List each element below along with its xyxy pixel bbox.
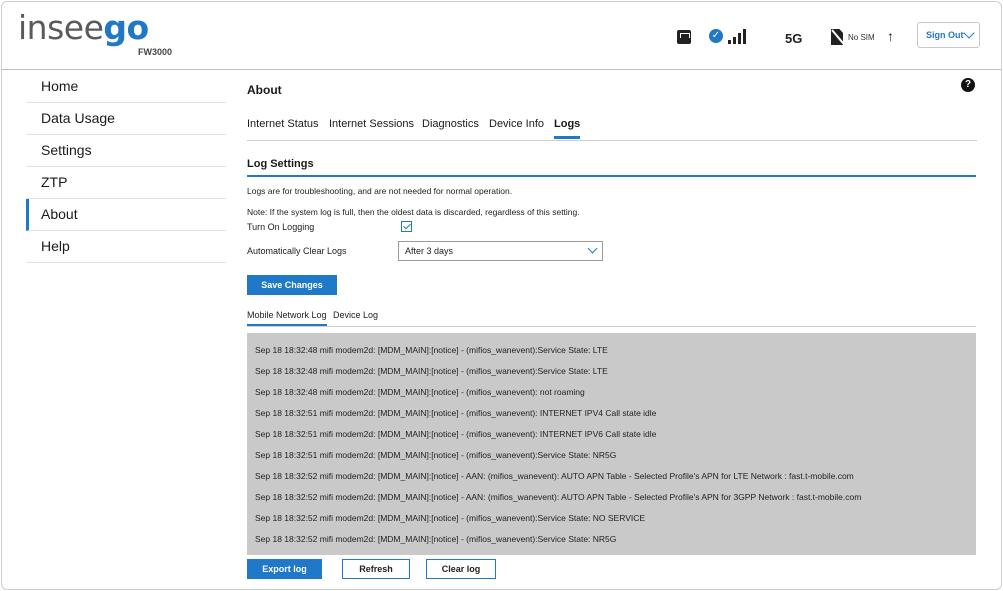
- export-log-button[interactable]: Export log: [247, 559, 322, 579]
- router-icon: [677, 30, 691, 44]
- logs-info-note: Logs are for troubleshooting, and are no…: [247, 186, 513, 196]
- tab-mobile-network-log[interactable]: Mobile Network Log: [247, 310, 327, 326]
- logs-full-note: Note: If the system log is full, then th…: [247, 207, 580, 217]
- auto-clear-label: Automatically Clear Logs: [247, 246, 347, 256]
- refresh-button[interactable]: Refresh: [342, 559, 410, 579]
- header: inseego FW3000 ✓ 5G No SIM ↑ Sign Out: [2, 2, 1001, 70]
- clear-log-button[interactable]: Clear log: [426, 559, 496, 579]
- log-type-tabs: Mobile Network Log Device Log: [247, 309, 976, 327]
- log-line: Sep 18 18:32:51 mifi modem2d: [MDM_MAIN]…: [255, 408, 657, 418]
- section-divider: [247, 175, 976, 177]
- log-line: Sep 18 18:32:52 mifi modem2d: [MDM_MAIN]…: [255, 492, 862, 502]
- tab-logs[interactable]: Logs: [554, 118, 581, 139]
- log-line: Sep 18 18:32:52 mifi modem2d: [MDM_MAIN]…: [255, 534, 617, 544]
- chevron-down-icon: [963, 27, 975, 39]
- tab-diagnostics[interactable]: Diagnostics: [422, 118, 479, 130]
- sidebar: Home Data Usage Settings ZTP About Help: [26, 71, 226, 263]
- page-title: About: [247, 83, 282, 97]
- sidebar-item-home[interactable]: Home: [26, 71, 226, 103]
- sidebar-item-ztp[interactable]: ZTP: [26, 167, 226, 199]
- tab-internet-sessions[interactable]: Internet Sessions: [329, 118, 414, 130]
- log-line: Sep 18 18:32:51 mifi modem2d: [MDM_MAIN]…: [255, 450, 617, 460]
- log-line: Sep 18 18:32:52 mifi modem2d: [MDM_MAIN]…: [255, 471, 854, 481]
- model-label: FW3000: [138, 47, 173, 57]
- auto-clear-select[interactable]: After 3 days: [398, 241, 603, 261]
- sign-out-button[interactable]: Sign Out: [917, 22, 980, 48]
- inseego-logo: inseego: [18, 8, 149, 47]
- tab-internet-status[interactable]: Internet Status: [247, 118, 319, 130]
- upload-arrow-icon: ↑: [887, 28, 894, 44]
- save-changes-button[interactable]: Save Changes: [247, 275, 337, 295]
- sidebar-item-settings[interactable]: Settings: [26, 135, 226, 167]
- log-line: Sep 18 18:32:48 mifi modem2d: [MDM_MAIN]…: [255, 366, 608, 376]
- sidebar-item-about[interactable]: About: [26, 199, 226, 231]
- sidebar-item-data-usage[interactable]: Data Usage: [26, 103, 226, 135]
- sim-status-label: No SIM: [848, 33, 875, 42]
- log-line: Sep 18 18:32:52 mifi modem2d: [MDM_MAIN]…: [255, 513, 646, 523]
- log-line: Sep 18 18:32:48 mifi modem2d: [MDM_MAIN]…: [255, 345, 608, 355]
- connected-check-icon: ✓: [709, 29, 723, 43]
- help-icon[interactable]: ?: [961, 78, 975, 92]
- network-type-label: 5G: [785, 31, 803, 46]
- turn-on-logging-label: Turn On Logging: [247, 222, 315, 232]
- sidebar-item-help[interactable]: Help: [26, 231, 226, 263]
- tab-device-info[interactable]: Device Info: [489, 118, 544, 130]
- log-line: Sep 18 18:32:48 mifi modem2d: [MDM_MAIN]…: [255, 387, 585, 397]
- chevron-down-icon: [587, 243, 598, 254]
- turn-on-logging-checkbox[interactable]: [401, 221, 412, 232]
- log-line: Sep 18 18:32:51 mifi modem2d: [MDM_MAIN]…: [255, 429, 657, 439]
- tab-device-log[interactable]: Device Log: [333, 310, 378, 320]
- app-frame: inseego FW3000 ✓ 5G No SIM ↑ Sign Out Ho…: [1, 1, 1002, 590]
- no-sim-icon: [831, 29, 843, 45]
- about-tabs: Internet Status Internet Sessions Diagno…: [247, 113, 977, 141]
- log-output[interactable]: Sep 18 18:32:48 mifi modem2d: [MDM_MAIN]…: [247, 333, 976, 555]
- log-settings-title: Log Settings: [247, 158, 314, 170]
- signal-bars-icon: [726, 28, 748, 44]
